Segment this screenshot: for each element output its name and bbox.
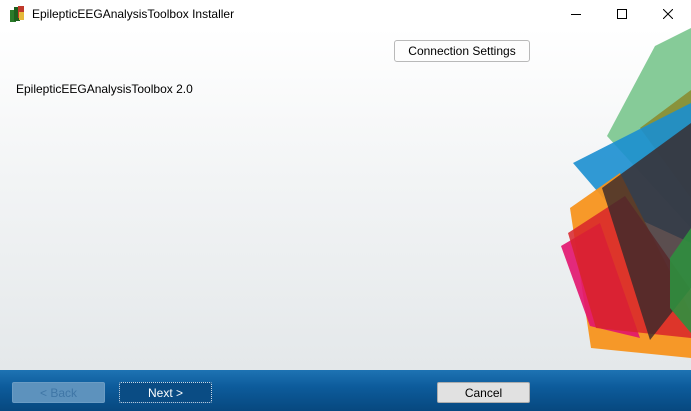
footer-bar: < Back Next > Cancel xyxy=(0,370,691,411)
next-button[interactable]: Next > xyxy=(119,382,212,403)
title-bar: EpilepticEEGAnalysisToolbox Installer xyxy=(0,0,691,28)
minimize-button[interactable] xyxy=(553,0,599,28)
product-name-label: EpilepticEEGAnalysisToolbox 2.0 xyxy=(16,82,193,96)
back-button[interactable]: < Back xyxy=(12,382,105,403)
installer-app-icon xyxy=(10,6,24,22)
connection-settings-button[interactable]: Connection Settings xyxy=(394,40,530,62)
close-icon xyxy=(663,9,673,19)
maximize-button[interactable] xyxy=(599,0,645,28)
close-button[interactable] xyxy=(645,0,691,28)
cancel-button[interactable]: Cancel xyxy=(437,382,530,403)
window-title: EpilepticEEGAnalysisToolbox Installer xyxy=(32,7,235,21)
minimize-icon xyxy=(571,14,581,15)
installer-content: Connection Settings EpilepticEEGAnalysis… xyxy=(0,28,691,370)
maximize-icon xyxy=(617,9,627,19)
decorative-artwork xyxy=(561,28,691,358)
